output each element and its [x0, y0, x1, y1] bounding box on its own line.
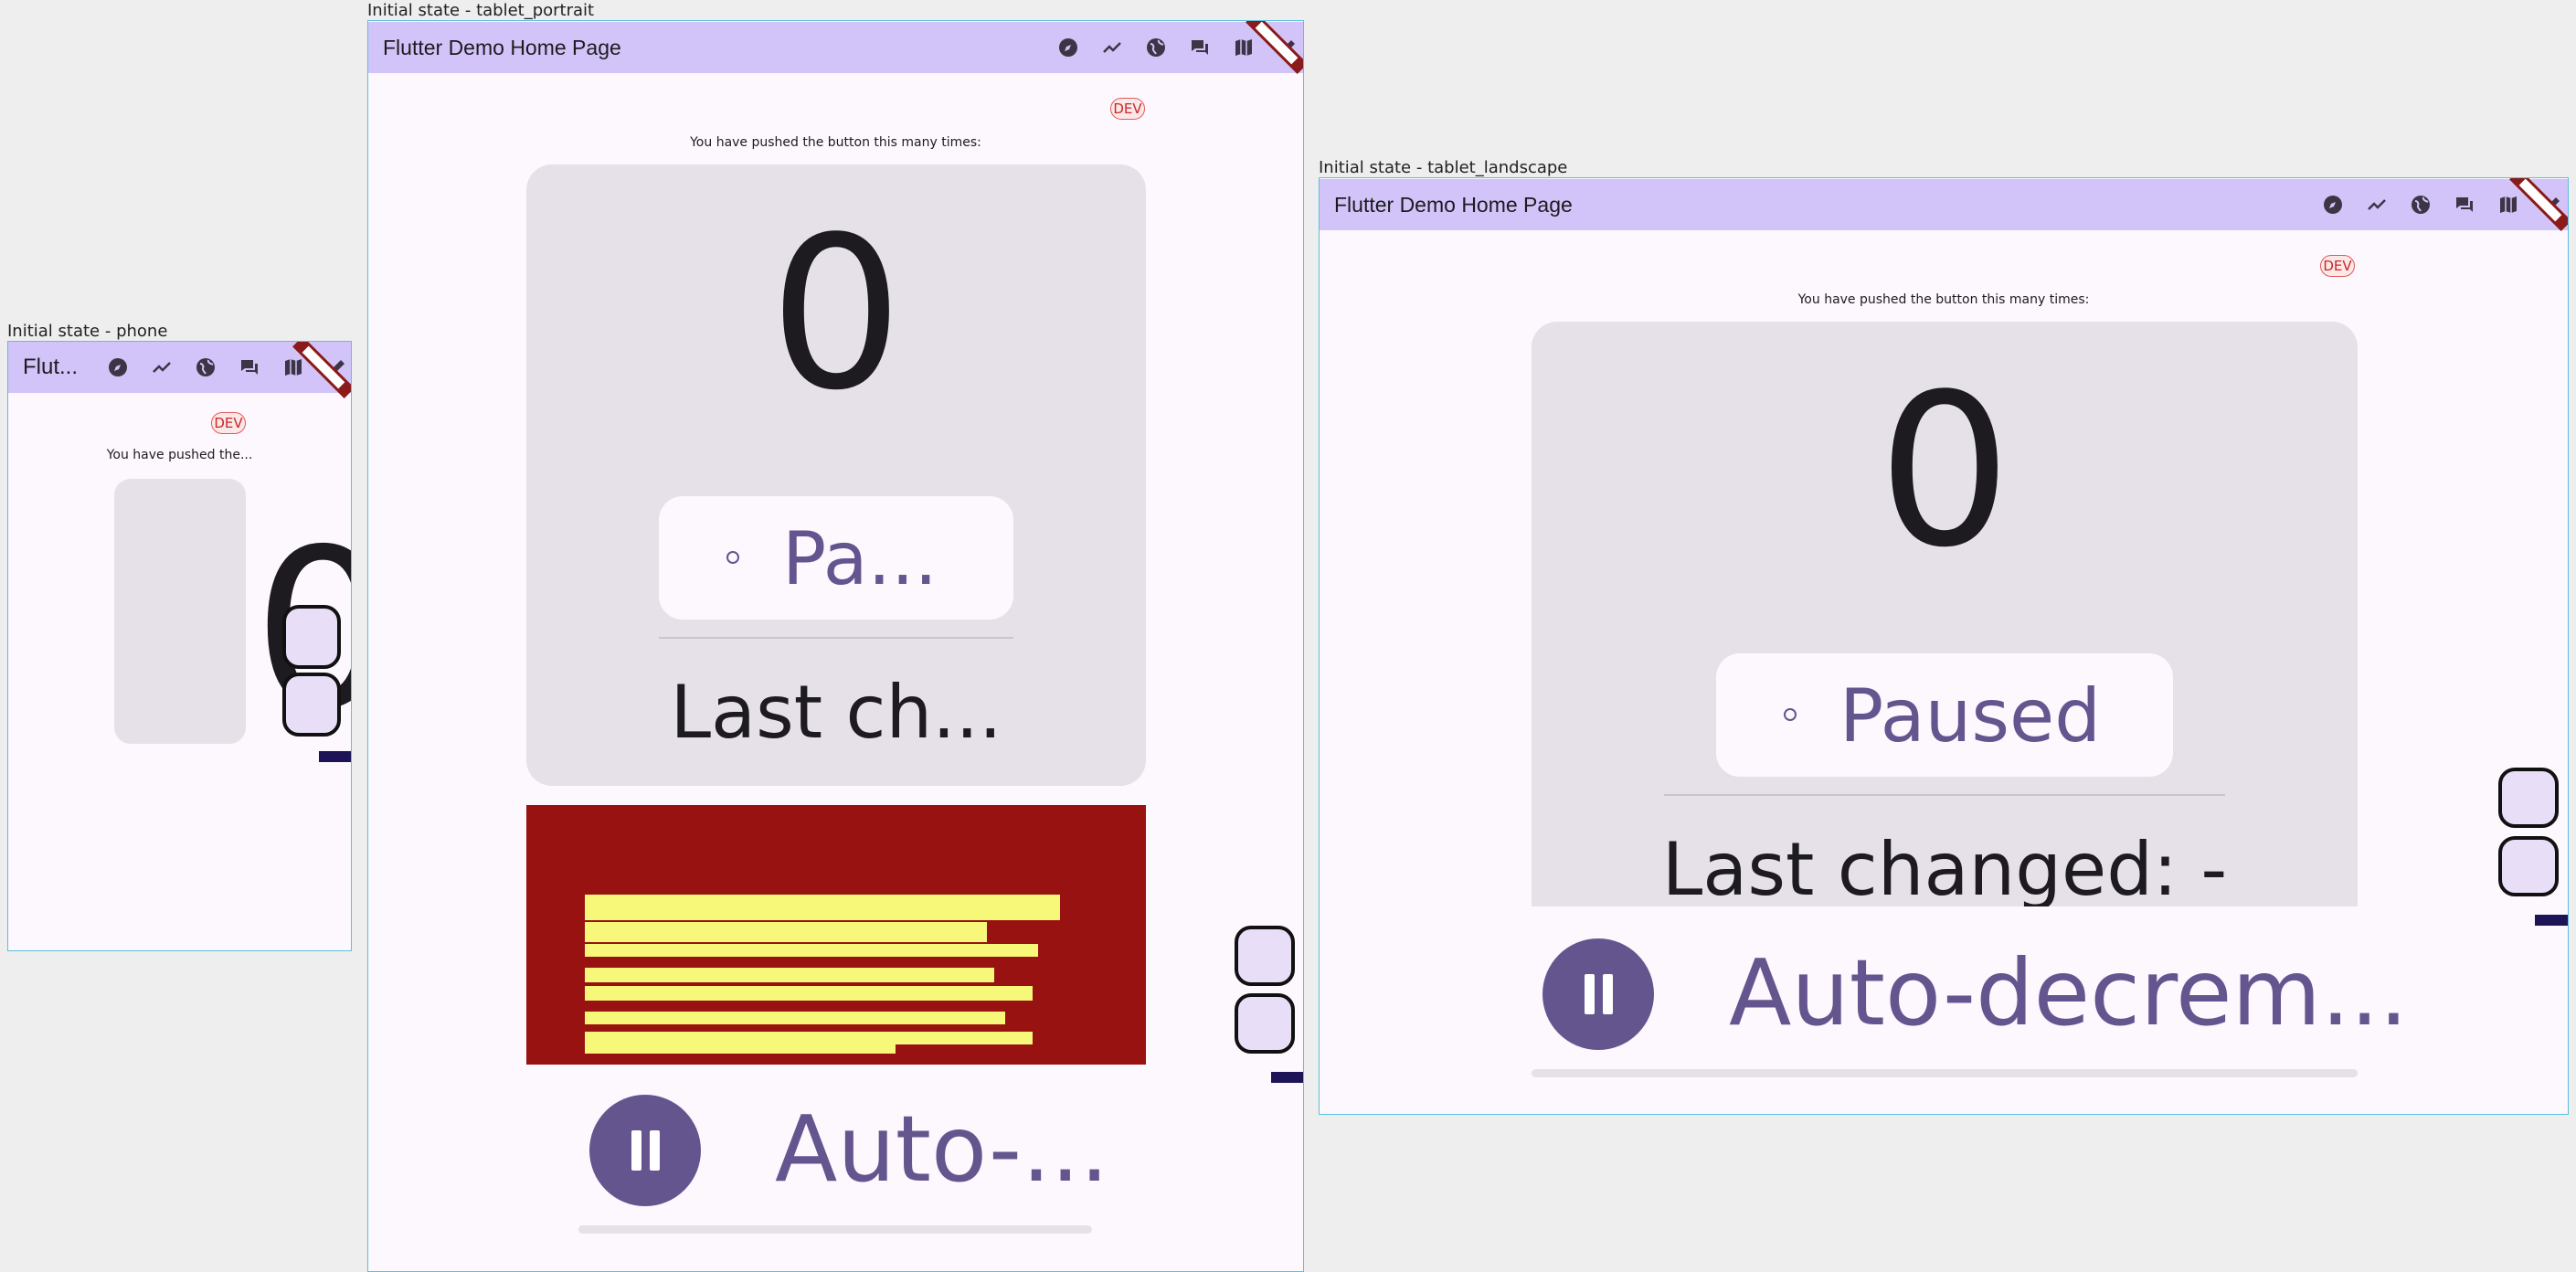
forum-icon[interactable] [2443, 192, 2486, 217]
globe-icon[interactable] [184, 355, 228, 380]
tablet-landscape-caption: Initial state - tablet_landscape [1319, 158, 1568, 177]
status-chip[interactable]: Paused [1716, 653, 2173, 777]
dev-badge: DEV [2320, 255, 2355, 277]
progress-track [1532, 1069, 2358, 1077]
app-title: Flutter Demo Home Page [1334, 192, 1573, 217]
tablet-portrait-screen: Flutter Demo Home Page DEV You have push… [367, 20, 1304, 1272]
square-button-top[interactable] [1235, 926, 1295, 986]
error-text-row [585, 1044, 896, 1054]
trending-up-icon[interactable] [1090, 35, 1134, 60]
error-text-row [585, 1032, 1033, 1044]
pause-button[interactable] [1542, 938, 1654, 1050]
counter-card: 0 Pa... Last ch... [526, 164, 1146, 786]
globe-icon[interactable] [1134, 35, 1178, 60]
card-divider [1664, 794, 2225, 796]
pause-button[interactable] [589, 1095, 701, 1206]
status-dot-icon [1784, 708, 1797, 721]
status-chip-label: Paused [1839, 673, 2102, 758]
map-icon[interactable] [2486, 192, 2530, 217]
overflow-marker [1271, 1072, 1303, 1083]
app-title: Flutter Demo Home Page [383, 35, 621, 59]
overflow-marker [2535, 915, 2568, 926]
trending-up-icon[interactable] [140, 355, 184, 380]
dev-badge: DEV [211, 412, 246, 434]
status-chip[interactable]: Pa... [659, 496, 1013, 620]
tablet-portrait-caption: Initial state - tablet_portrait [367, 1, 595, 20]
counter-prompt: You have pushed the button this many tim… [690, 135, 981, 150]
app-bar: Flutter Demo Home Page [1320, 179, 2568, 230]
square-button-bottom[interactable] [282, 673, 341, 737]
explore-icon[interactable] [96, 355, 140, 380]
status-dot-icon [726, 551, 739, 564]
pause-icon-bar [649, 1130, 660, 1171]
app-title: Flut... [23, 355, 79, 379]
counter-value: 0 [1877, 350, 2012, 594]
pause-icon [1584, 974, 1595, 1014]
card-divider [659, 637, 1013, 639]
tablet-landscape-screen: Flutter Demo Home Page DEV You have push… [1319, 177, 2569, 1115]
pause-icon-bar [1602, 974, 1613, 1014]
explore-icon[interactable] [2311, 192, 2355, 217]
trending-up-icon[interactable] [2355, 192, 2399, 217]
map-icon[interactable] [1222, 35, 1266, 60]
phone-screen: Flut... DEV You have pushed the... 0 [7, 341, 352, 951]
counter-prompt: You have pushed the... [106, 448, 253, 462]
last-changed-text: Last changed: - [1661, 827, 2228, 912]
progress-track [578, 1225, 1092, 1234]
dev-badge: DEV [1110, 98, 1145, 120]
error-text-row [585, 968, 994, 982]
globe-icon[interactable] [2399, 192, 2443, 217]
overflow-error-box [526, 805, 1146, 1065]
square-button-top[interactable] [282, 605, 341, 669]
forum-icon[interactable] [228, 355, 271, 380]
counter-prompt: You have pushed the button this many tim… [1797, 292, 2090, 307]
overflow-marker [319, 751, 351, 762]
counter-card [114, 479, 246, 744]
error-text-row [585, 895, 1060, 920]
square-button-bottom[interactable] [1235, 993, 1295, 1054]
status-chip-label: Pa... [782, 516, 938, 601]
auto-mode-label: Auto-... [775, 1096, 1109, 1203]
error-text-row [585, 986, 1033, 1001]
phone-caption: Initial state - phone [7, 322, 168, 341]
auto-mode-label: Auto-decrem... [1729, 939, 2409, 1046]
error-text-row [585, 1012, 1005, 1024]
error-text-row [585, 944, 1038, 957]
app-bar: Flutter Demo Home Page [368, 22, 1303, 73]
forum-icon[interactable] [1178, 35, 1222, 60]
error-text-row [585, 922, 987, 942]
counter-value: 0 [769, 193, 904, 437]
pause-icon [631, 1130, 641, 1171]
square-button-bottom[interactable] [2498, 836, 2559, 896]
square-button-top[interactable] [2498, 768, 2559, 828]
last-changed-text: Last ch... [670, 670, 1002, 755]
explore-icon[interactable] [1046, 35, 1090, 60]
